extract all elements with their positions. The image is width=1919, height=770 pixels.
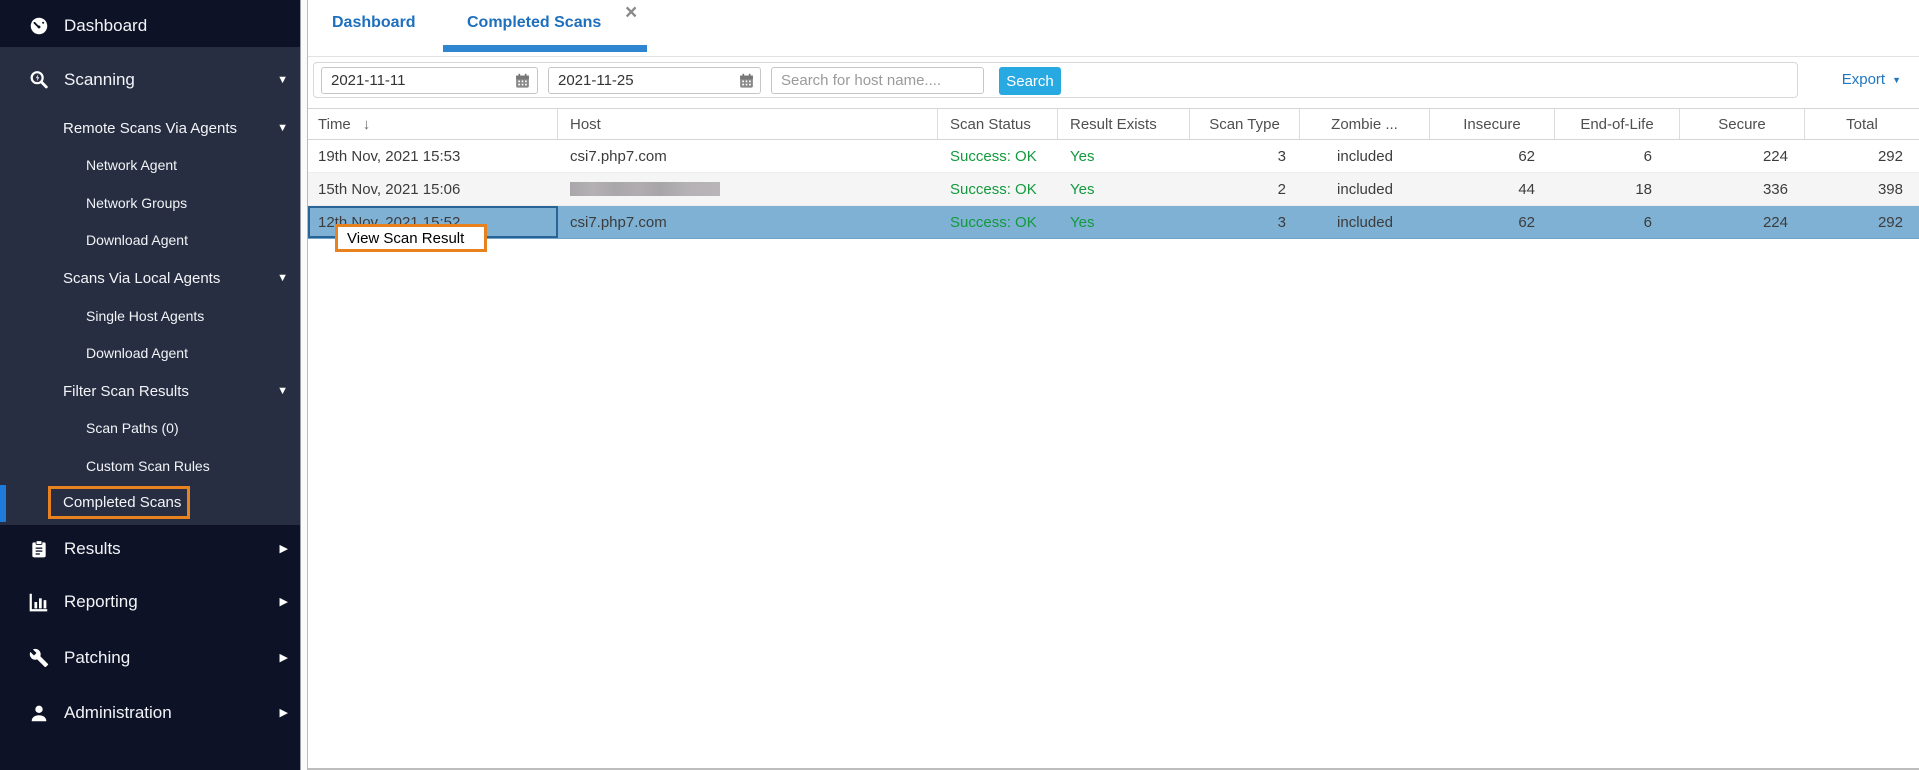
cell-scan-type: 3: [1190, 206, 1300, 238]
cell-secure: 336: [1680, 173, 1805, 205]
cell-end-of-life: 6: [1555, 140, 1680, 172]
sidebar-item-network-groups[interactable]: Network Groups: [0, 184, 300, 222]
cell-time: 19th Nov, 2021 15:53: [308, 140, 558, 172]
cell-scan-type: 2: [1190, 173, 1300, 205]
cell-insecure: 44: [1430, 173, 1555, 205]
gauge-icon: [28, 15, 50, 37]
cell-zombie: included: [1300, 206, 1430, 238]
column-header-end-of-life[interactable]: End-of-Life: [1555, 109, 1680, 139]
sidebar-item-scans-via-local-agents[interactable]: Scans Via Local Agents ▼: [0, 259, 300, 297]
chevron-right-icon[interactable]: ▶: [280, 708, 288, 719]
sidebar-item-download-agent[interactable]: Download Agent: [0, 221, 300, 259]
sidebar-item-completed-scans[interactable]: Completed Scans: [48, 486, 190, 519]
column-header-scan-status[interactable]: Scan Status: [938, 109, 1058, 139]
sidebar-item-download-agent-local[interactable]: Download Agent: [0, 334, 300, 372]
table-row[interactable]: 15th Nov, 2021 15:06 Success: OK Yes 2 i…: [308, 173, 1919, 206]
sidebar-item-reporting[interactable]: Reporting ▶: [0, 583, 300, 621]
cell-insecure: 62: [1430, 140, 1555, 172]
chevron-right-icon[interactable]: ▶: [280, 544, 288, 555]
view-scan-result-tooltip[interactable]: View Scan Result: [335, 224, 487, 252]
export-menu[interactable]: Export ▼: [1842, 71, 1901, 88]
cell-host: [558, 173, 938, 205]
chevron-down-icon: ▼: [1892, 75, 1901, 85]
column-header-scan-type[interactable]: Scan Type: [1190, 109, 1300, 139]
sidebar-item-remote-scans-via-agents[interactable]: Remote Scans Via Agents ▼: [0, 109, 300, 147]
sidebar-item-scanning[interactable]: Scanning ▼: [0, 61, 300, 99]
column-header-total[interactable]: Total: [1805, 109, 1919, 139]
main-content: Dashboard Completed Scans × Search Expor…: [308, 0, 1919, 770]
sidebar-item-dashboard[interactable]: Dashboard: [0, 7, 300, 45]
cell-result-exists: Yes: [1058, 206, 1190, 238]
tab-bar: Dashboard Completed Scans ×: [308, 0, 1919, 57]
cell-time: 15th Nov, 2021 15:06: [308, 173, 558, 205]
sidebar: Dashboard Scanning ▼ Remote Scans Via Ag…: [0, 0, 300, 770]
cell-end-of-life: 18: [1555, 173, 1680, 205]
active-item-indicator: [0, 485, 6, 522]
magnifier-icon: [28, 69, 50, 91]
cell-scan-status: Success: OK: [938, 173, 1058, 205]
sidebar-item-network-agent[interactable]: Network Agent: [0, 146, 300, 184]
table-row-selected[interactable]: 12th Nov, 2021 15:52 csi7.php7.com Succe…: [308, 206, 1919, 239]
table-body: 19th Nov, 2021 15:53 csi7.php7.com Succe…: [308, 140, 1919, 239]
chevron-down-icon[interactable]: ▼: [277, 386, 288, 397]
sidebar-item-single-host-agents[interactable]: Single Host Agents: [0, 297, 300, 335]
date-to-input[interactable]: [548, 67, 761, 94]
redacted-host-blur: [570, 182, 720, 196]
bar-chart-icon: [28, 591, 50, 613]
cell-result-exists: Yes: [1058, 140, 1190, 172]
table-row[interactable]: 19th Nov, 2021 15:53 csi7.php7.com Succe…: [308, 140, 1919, 173]
person-icon: [28, 702, 50, 724]
chevron-right-icon[interactable]: ▶: [280, 653, 288, 664]
chevron-down-icon[interactable]: ▼: [277, 273, 288, 284]
column-header-zombie[interactable]: Zombie ...: [1300, 109, 1430, 139]
search-button[interactable]: Search: [999, 67, 1061, 95]
close-icon[interactable]: ×: [625, 1, 637, 25]
table-header: Time ↓ Host Scan Status Result Exists Sc…: [308, 108, 1919, 140]
column-header-host[interactable]: Host: [558, 109, 938, 139]
wrench-icon: [28, 647, 50, 669]
sidebar-item-filter-scan-results[interactable]: Filter Scan Results ▼: [0, 372, 300, 410]
cell-host: csi7.php7.com: [558, 140, 938, 172]
active-tab-underline: [443, 45, 647, 52]
cell-scan-status: Success: OK: [938, 206, 1058, 238]
tab-completed-scans[interactable]: Completed Scans: [467, 14, 601, 32]
export-label: Export: [1842, 71, 1885, 88]
cell-total: 398: [1805, 173, 1919, 205]
cell-host: csi7.php7.com: [558, 206, 938, 238]
clipboard-icon: [28, 538, 50, 560]
cell-zombie: included: [1300, 140, 1430, 172]
chevron-down-icon[interactable]: ▼: [277, 123, 288, 134]
cell-result-exists: Yes: [1058, 173, 1190, 205]
cell-zombie: included: [1300, 173, 1430, 205]
chevron-down-icon[interactable]: ▼: [277, 75, 288, 86]
date-from-input[interactable]: [321, 67, 538, 94]
sidebar-item-patching[interactable]: Patching ▶: [0, 639, 300, 677]
chevron-right-icon[interactable]: ▶: [280, 597, 288, 608]
column-header-result-exists[interactable]: Result Exists: [1058, 109, 1190, 139]
cell-total: 292: [1805, 206, 1919, 238]
sidebar-content-divider: [300, 0, 308, 770]
tab-dashboard[interactable]: Dashboard: [332, 14, 416, 32]
cell-insecure: 62: [1430, 206, 1555, 238]
column-header-insecure[interactable]: Insecure: [1430, 109, 1555, 139]
cell-scan-type: 3: [1190, 140, 1300, 172]
cell-end-of-life: 6: [1555, 206, 1680, 238]
cell-secure: 224: [1680, 206, 1805, 238]
sidebar-item-results[interactable]: Results ▶: [0, 530, 300, 568]
cell-secure: 224: [1680, 140, 1805, 172]
sort-desc-icon[interactable]: ↓: [363, 116, 371, 133]
column-header-secure[interactable]: Secure: [1680, 109, 1805, 139]
sidebar-item-custom-scan-rules[interactable]: Custom Scan Rules: [0, 447, 300, 485]
cell-scan-status: Success: OK: [938, 140, 1058, 172]
host-search-input[interactable]: [771, 67, 984, 94]
sidebar-item-scan-paths[interactable]: Scan Paths (0): [0, 409, 300, 447]
cell-total: 292: [1805, 140, 1919, 172]
sidebar-item-administration[interactable]: Administration ▶: [0, 694, 300, 732]
filter-panel: Search: [313, 62, 1798, 98]
column-header-time[interactable]: Time ↓: [308, 109, 558, 139]
